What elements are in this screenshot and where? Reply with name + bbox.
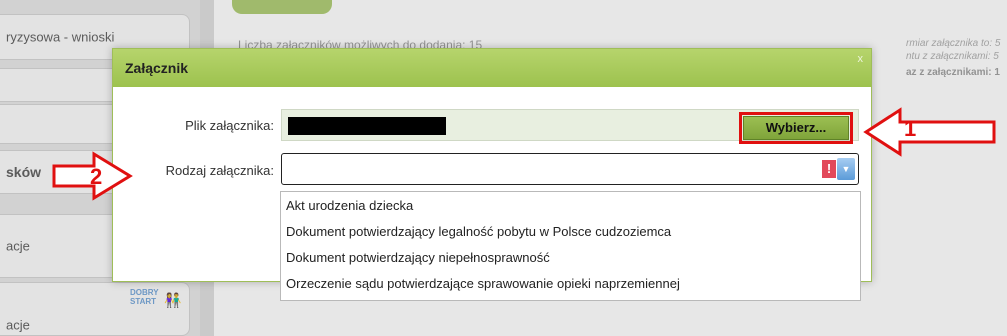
attachment-type-label: Rodzaj załącznika: bbox=[165, 163, 274, 178]
option-disability-document[interactable]: Dokument potwierdzający niepełnosprawnoś… bbox=[286, 250, 550, 265]
close-icon[interactable]: x bbox=[858, 53, 864, 65]
annotation-number-1: 1 bbox=[904, 116, 917, 141]
option-court-ruling[interactable]: Orzeczenie sądu potwierdzające sprawowan… bbox=[286, 276, 680, 291]
attachment-type-select[interactable]: ! ▼ bbox=[281, 153, 859, 185]
highlight-box bbox=[739, 112, 853, 144]
redacted-filename bbox=[288, 117, 446, 135]
option-residence-document[interactable]: Dokument potwierdzający legalność pobytu… bbox=[286, 224, 671, 239]
dialog-title: Załącznik bbox=[125, 60, 189, 76]
dialog-header: Załącznik x bbox=[113, 49, 871, 87]
annotation-arrow-1 bbox=[863, 107, 996, 157]
chevron-down-icon[interactable]: ▼ bbox=[837, 158, 855, 180]
option-birth-certificate[interactable]: Akt urodzenia dziecka bbox=[286, 198, 413, 213]
warning-icon: ! bbox=[822, 160, 836, 178]
attachment-type-options: Akt urodzenia dziecka Dokument potwierdz… bbox=[280, 191, 861, 301]
attachment-dialog: Załącznik x Plik załącznika: Wybierz... … bbox=[112, 48, 872, 301]
annotation-number-2: 2 bbox=[90, 164, 103, 189]
file-label: Plik załącznika: bbox=[185, 118, 274, 133]
